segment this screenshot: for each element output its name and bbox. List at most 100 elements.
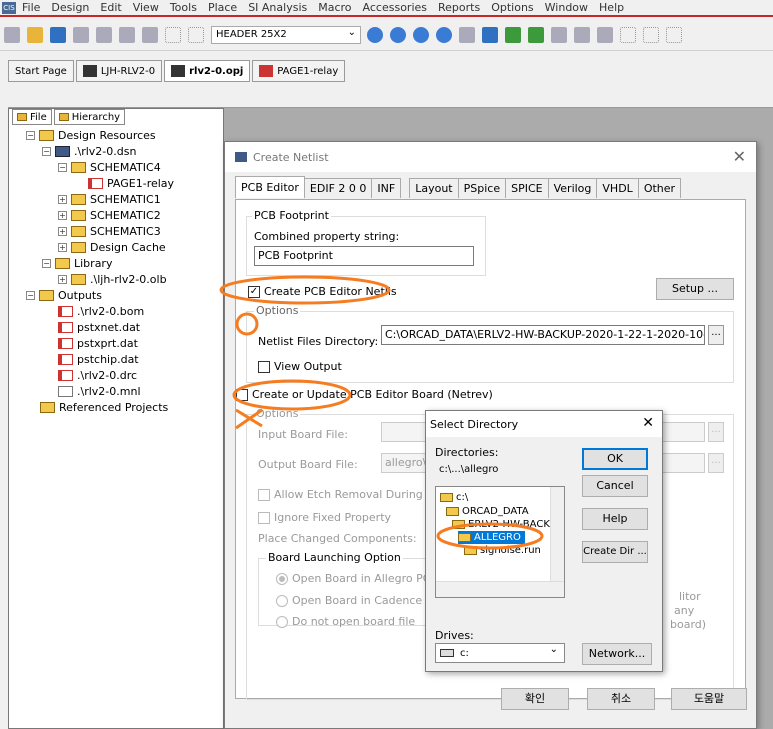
close-icon[interactable]: ✕: [733, 147, 746, 166]
tree-node[interactable]: pstxprt.dat: [58, 335, 138, 351]
dir-item[interactable]: ERLV2-HW-BACK: [452, 518, 550, 531]
close-icon[interactable]: ✕: [642, 415, 654, 431]
menu-accessories[interactable]: Accessories: [363, 1, 427, 14]
tree-node[interactable]: − Outputs: [26, 287, 102, 303]
create-board-checkbox[interactable]: Create or Update PCB Editor Board (Netre…: [236, 388, 493, 401]
tree-node[interactable]: .\rlv2-0.mnl: [58, 383, 141, 399]
tab-vhdl[interactable]: VHDL: [596, 178, 639, 198]
select-cancel-button[interactable]: Cancel: [582, 475, 648, 497]
tree-node[interactable]: + SCHEMATIC3: [58, 223, 161, 239]
tree-node[interactable]: + SCHEMATIC1: [58, 191, 161, 207]
dir-item-selected[interactable]: ALLEGRO: [458, 531, 525, 544]
menu-tools[interactable]: Tools: [170, 1, 197, 14]
expand-icon[interactable]: +: [58, 242, 67, 252]
tab-other[interactable]: Other: [637, 178, 682, 198]
cancel-button[interactable]: 취소: [587, 688, 655, 710]
tree-node[interactable]: .\rlv2-0.bom: [58, 303, 144, 319]
network-button[interactable]: Network...: [582, 643, 652, 665]
panel-tab-hierarchy[interactable]: Hierarchy: [53, 109, 126, 125]
tab-inf[interactable]: INF: [371, 178, 402, 198]
tree-node[interactable]: − .\rlv2-0.dsn: [42, 143, 136, 159]
view-output-checkbox[interactable]: View Output: [258, 360, 342, 373]
tree-node[interactable]: .\rlv2-0.drc: [58, 367, 137, 383]
tree-node[interactable]: − Design Resources: [26, 127, 156, 143]
cut-icon[interactable]: [96, 26, 112, 43]
tab-start-page[interactable]: Start Page: [8, 60, 74, 82]
tree-node[interactable]: PAGE1-relay: [88, 175, 174, 191]
dir-item[interactable]: ORCAD_DATA: [446, 505, 529, 518]
select-help-button[interactable]: Help: [582, 508, 648, 530]
print-icon[interactable]: [73, 26, 89, 43]
ok-button[interactable]: 확인: [501, 688, 569, 710]
select-ok-button[interactable]: OK: [582, 448, 648, 470]
tab-project[interactable]: rlv2-0.opj: [164, 60, 251, 82]
directory-list[interactable]: c:\ ORCAD_DATA ERLV2-HW-BACK ALLEGRO sig…: [435, 486, 565, 598]
setup-button[interactable]: Setup ...: [656, 278, 734, 300]
part-combo[interactable]: HEADER 25X2: [211, 25, 361, 44]
tree-node[interactable]: − Library: [42, 255, 112, 271]
menu-file[interactable]: File: [22, 1, 40, 14]
paste-icon[interactable]: [142, 26, 158, 43]
help-button[interactable]: 도움말: [671, 688, 747, 710]
vertical-scrollbar[interactable]: [550, 487, 564, 583]
tree-node[interactable]: + .\ljh-rlv2-0.olb: [58, 271, 167, 287]
netlist-icon[interactable]: [505, 26, 521, 43]
bom-icon[interactable]: [551, 26, 567, 43]
menu-macro[interactable]: Macro: [318, 1, 351, 14]
menu-edit[interactable]: Edit: [100, 1, 121, 14]
menu-help[interactable]: Help: [599, 1, 624, 14]
netlist-dir-browse-button[interactable]: ...: [708, 325, 724, 345]
tree-node[interactable]: pstchip.dat: [58, 351, 139, 367]
annotate-icon[interactable]: [528, 26, 544, 43]
collapse-icon[interactable]: −: [42, 146, 51, 156]
tab-spice[interactable]: SPICE: [505, 178, 549, 198]
link-icon[interactable]: [459, 26, 475, 43]
open-icon[interactable]: [27, 26, 43, 43]
collapse-icon[interactable]: −: [26, 290, 35, 300]
create-netlist-checkbox[interactable]: ✓ Create PCB Editor Netlis: [248, 285, 397, 298]
menu-window[interactable]: Window: [545, 1, 588, 14]
tab-edif[interactable]: EDIF 2 0 0: [303, 178, 373, 198]
netlist-dir-input[interactable]: C:\ORCAD_DATA\ERLV2-HW-BACKUP-2020-1-22-…: [381, 325, 705, 345]
tree-node[interactable]: + SCHEMATIC2: [58, 207, 161, 223]
menu-si-analysis[interactable]: SI Analysis: [248, 1, 307, 14]
zoom-area-icon[interactable]: [413, 26, 429, 43]
grid-icon[interactable]: [574, 26, 590, 43]
undo-icon[interactable]: [165, 26, 181, 43]
tab-pspice[interactable]: PSpice: [457, 178, 507, 198]
tree-node[interactable]: − SCHEMATIC4: [58, 159, 161, 175]
expand-icon[interactable]: +: [58, 194, 67, 204]
zoom-all-icon[interactable]: [436, 26, 452, 43]
horizontal-scrollbar[interactable]: [436, 581, 564, 597]
save-icon[interactable]: [50, 26, 66, 43]
create-dir-button[interactable]: Create Dir ...: [582, 541, 648, 563]
project-icon[interactable]: [597, 26, 613, 43]
menu-view[interactable]: View: [133, 1, 159, 14]
dir-item[interactable]: signoise.run: [464, 544, 541, 557]
tab-schematic[interactable]: LJH-RLV2-0: [75, 60, 163, 82]
zoom-out-icon[interactable]: [390, 26, 406, 43]
tree-node[interactable]: + Design Cache: [58, 239, 166, 255]
tab-page[interactable]: PAGE1-relay: [252, 60, 346, 82]
collapse-icon[interactable]: −: [58, 162, 67, 172]
redo-icon[interactable]: [188, 26, 204, 43]
zoom-in-icon[interactable]: [367, 26, 383, 43]
tree-node[interactable]: pstxnet.dat: [58, 319, 140, 335]
copy-icon[interactable]: [119, 26, 135, 43]
menu-options[interactable]: Options: [491, 1, 533, 14]
drive-select[interactable]: c:: [435, 643, 565, 663]
expand-icon[interactable]: +: [58, 274, 67, 284]
expand-icon[interactable]: +: [58, 210, 67, 220]
collapse-icon[interactable]: −: [26, 130, 35, 140]
menu-design[interactable]: Design: [51, 1, 89, 14]
tab-pcb-editor[interactable]: PCB Editor: [235, 176, 305, 198]
collapse-icon[interactable]: −: [42, 258, 51, 268]
combined-property-input[interactable]: PCB Footprint: [254, 246, 474, 266]
new-icon[interactable]: [4, 26, 20, 43]
menu-reports[interactable]: Reports: [438, 1, 480, 14]
tree-node[interactable]: Referenced Projects: [40, 399, 168, 415]
tab-layout[interactable]: Layout: [409, 178, 459, 198]
drc-icon[interactable]: [482, 26, 498, 43]
menu-place[interactable]: Place: [208, 1, 237, 14]
expand-icon[interactable]: +: [58, 226, 67, 236]
